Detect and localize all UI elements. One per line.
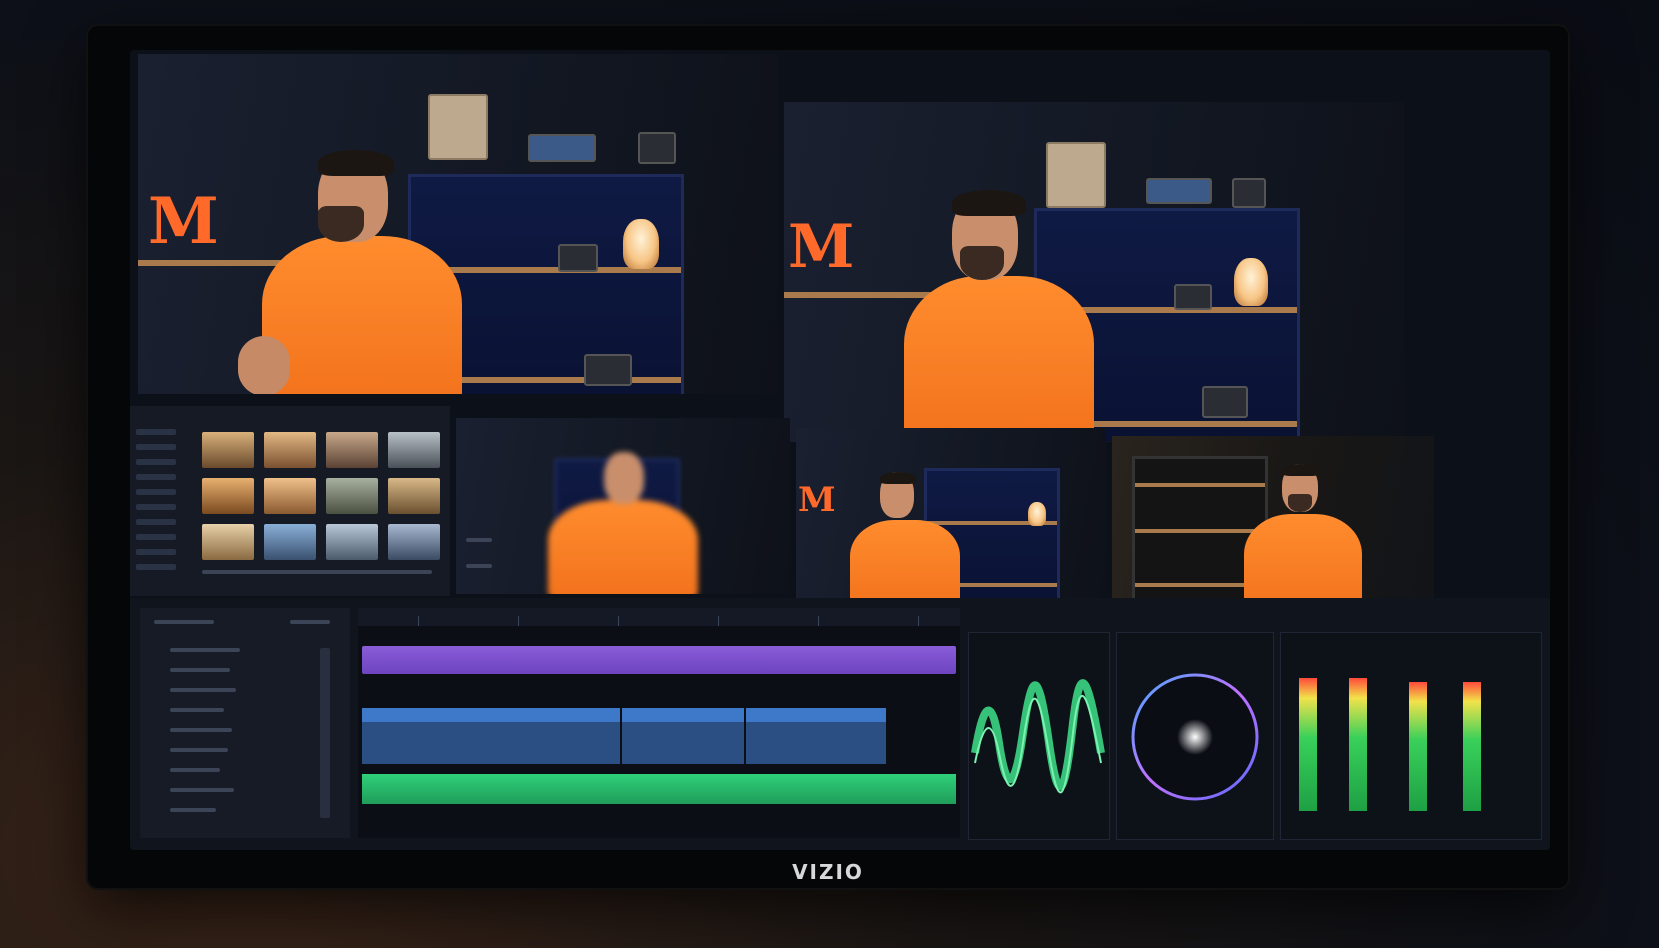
track-item[interactable] [170,688,236,692]
media-pool-toolbar [202,570,432,574]
track-list-tools[interactable] [290,620,330,624]
camera-3-viewer[interactable] [1112,436,1434,612]
speaker-icon [638,132,676,164]
editing-software-screen: M M M [130,50,1550,850]
media-thumbnail[interactable] [388,524,440,560]
track-list [140,608,350,838]
audio-meters [1280,632,1542,840]
media-thumbnail[interactable] [202,524,254,560]
brand-logo-icon: M [788,212,855,282]
salt-lamp-icon [1028,502,1046,526]
salt-lamp-icon [1234,258,1268,306]
brand-logo-icon: M [148,184,219,259]
tv-brand-logo: VIZIO [792,860,864,884]
salt-lamp-icon [623,219,659,269]
camera-icon [1174,284,1212,310]
vectorscope [1116,632,1274,840]
thumbnail-grid [202,432,440,560]
audio-meter-3 [1409,681,1427,811]
presenter [894,190,1094,442]
presenter [850,472,960,604]
audio-meter-4 [1463,681,1481,811]
speaker-icon [1232,178,1266,208]
books-icon [1146,178,1212,204]
camera-icon [1202,386,1248,418]
camera-1-viewer[interactable] [456,418,790,594]
camera-icon [558,244,598,272]
timeline-editor[interactable] [358,608,960,838]
waveform-trace [971,679,1105,794]
program-viewer[interactable]: M [138,54,778,394]
video-clip[interactable] [362,708,622,764]
presenter [548,452,698,594]
media-thumbnail[interactable] [326,524,378,560]
waveform-scope [968,632,1110,840]
media-thumbnail[interactable] [202,432,254,468]
media-pool-panel[interactable] [130,406,450,596]
camera-2-viewer[interactable]: M [796,428,1106,604]
media-thumbnail[interactable] [264,524,316,560]
track-item[interactable] [170,748,228,752]
media-thumbnail[interactable] [264,478,316,514]
track-item[interactable] [170,808,216,812]
viewer-control[interactable] [466,564,492,568]
track-item[interactable] [170,768,220,772]
video-clip[interactable] [622,708,746,764]
media-thumbnail[interactable] [388,478,440,514]
media-pool-sidebar [136,420,188,590]
viewer-control[interactable] [466,538,492,542]
media-thumbnail[interactable] [326,432,378,468]
presenter [1244,464,1368,612]
media-thumbnail[interactable] [388,432,440,468]
track-item[interactable] [170,728,232,732]
track-item[interactable] [170,708,224,712]
edit-timeline-panel [130,598,1550,850]
audio-track[interactable] [362,774,956,804]
video-clip[interactable] [746,708,888,764]
track-item[interactable] [170,668,230,672]
brand-logo-icon: M [798,480,836,520]
vectorscope-ring [1131,673,1259,801]
audio-meter-1 [1299,678,1317,811]
time-ruler[interactable] [358,608,960,626]
video-track-purple[interactable] [362,646,956,674]
presenter [238,150,478,394]
media-thumbnail[interactable] [326,478,378,514]
media-thumbnail[interactable] [202,478,254,514]
books-icon [528,134,596,162]
camera-icon [584,354,632,386]
track-list-header [154,620,214,624]
preview-viewer[interactable]: M [784,102,1404,442]
tv-monitor: M M M VIZIO [88,26,1568,888]
media-thumbnail[interactable] [264,432,316,468]
track-item[interactable] [170,648,240,652]
audio-meter-2 [1349,678,1367,811]
track-toggles[interactable] [320,648,330,818]
track-item[interactable] [170,788,234,792]
